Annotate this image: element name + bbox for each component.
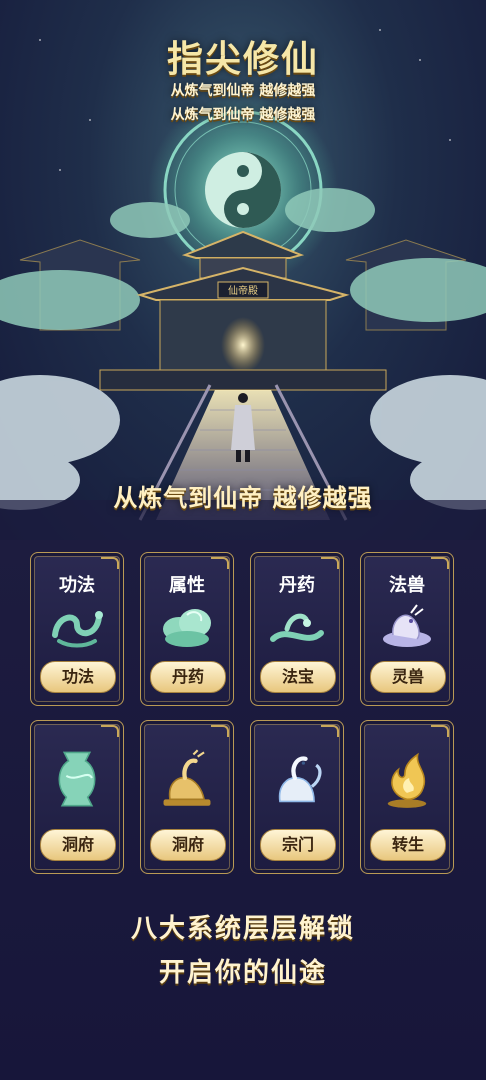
system-card-dongfu-1[interactable]: 洞府 xyxy=(30,720,124,874)
system-card-gongfa[interactable]: 功法 功法 xyxy=(30,552,124,706)
hero-slogan: 从炼气到仙帝 越修越强 xyxy=(113,484,373,512)
card-button[interactable]: 洞府 xyxy=(40,829,116,861)
corner-ornament xyxy=(321,725,339,737)
system-card-fashou[interactable]: 法兽 灵兽 xyxy=(360,552,454,706)
card-button[interactable]: 功法 xyxy=(40,661,116,693)
system-card-zhuansheng[interactable]: 转生 xyxy=(360,720,454,874)
game-title: 指尖修仙 xyxy=(166,39,319,80)
corner-ornament xyxy=(321,557,339,569)
subtitle-line-2: 从炼气到仙帝 越修越强 xyxy=(170,107,316,123)
corner-ornament xyxy=(431,557,449,569)
corner-ornament xyxy=(101,557,119,569)
golden-qilin-icon xyxy=(163,749,211,806)
card-button[interactable]: 法宝 xyxy=(260,661,336,693)
card-button[interactable]: 丹药 xyxy=(150,661,226,693)
corner-ornament xyxy=(431,725,449,737)
card-label: 功法 xyxy=(59,575,95,596)
palace-plaque: 仙帝殿 xyxy=(228,284,258,297)
card-label: 丹药 xyxy=(279,575,315,596)
card-button[interactable]: 转生 xyxy=(370,829,446,861)
card-label: 法兽 xyxy=(389,575,425,596)
silver-dragon-icon xyxy=(383,604,431,647)
system-card-zongmen[interactable]: 宗门 xyxy=(250,720,344,874)
jade-cloud-icon xyxy=(163,609,211,647)
corner-ornament xyxy=(101,725,119,737)
systems-panel: 功法 功法 属性 丹药 丹药 法宝 法兽 灵兽 洞府 洞府 宗门 转生 xyxy=(0,540,486,1080)
card-button[interactable]: 洞府 xyxy=(150,829,226,861)
golden-flame-icon xyxy=(387,752,427,808)
system-card-shuxing[interactable]: 属性 丹药 xyxy=(140,552,234,706)
card-label: 属性 xyxy=(169,575,205,596)
footer-line-2: 开启你的仙途 xyxy=(158,958,327,988)
corner-ornament xyxy=(211,557,229,569)
jade-serpent-icon xyxy=(270,613,324,642)
palace-building: 仙帝殿 xyxy=(99,230,387,391)
card-button[interactable]: 灵兽 xyxy=(370,661,446,693)
subtitle-line-1: 从炼气到仙帝 越修越强 xyxy=(170,83,316,99)
jade-dragon-icon xyxy=(52,611,103,648)
system-card-danyao[interactable]: 丹药 法宝 xyxy=(250,552,344,706)
card-button[interactable]: 宗门 xyxy=(260,829,336,861)
white-qilin-icon xyxy=(278,756,322,803)
hero-banner: 仙帝殿 指尖修仙 从炼气到仙帝 越修越强 从炼气到仙帝 越修越强 从炼气到仙帝 … xyxy=(0,0,486,540)
footer-line-1: 八大系统层层解锁 xyxy=(130,914,355,944)
jade-vase-icon xyxy=(58,751,96,807)
yin-yang-icon xyxy=(205,152,281,228)
corner-ornament xyxy=(211,725,229,737)
system-card-dongfu-2[interactable]: 洞府 xyxy=(140,720,234,874)
